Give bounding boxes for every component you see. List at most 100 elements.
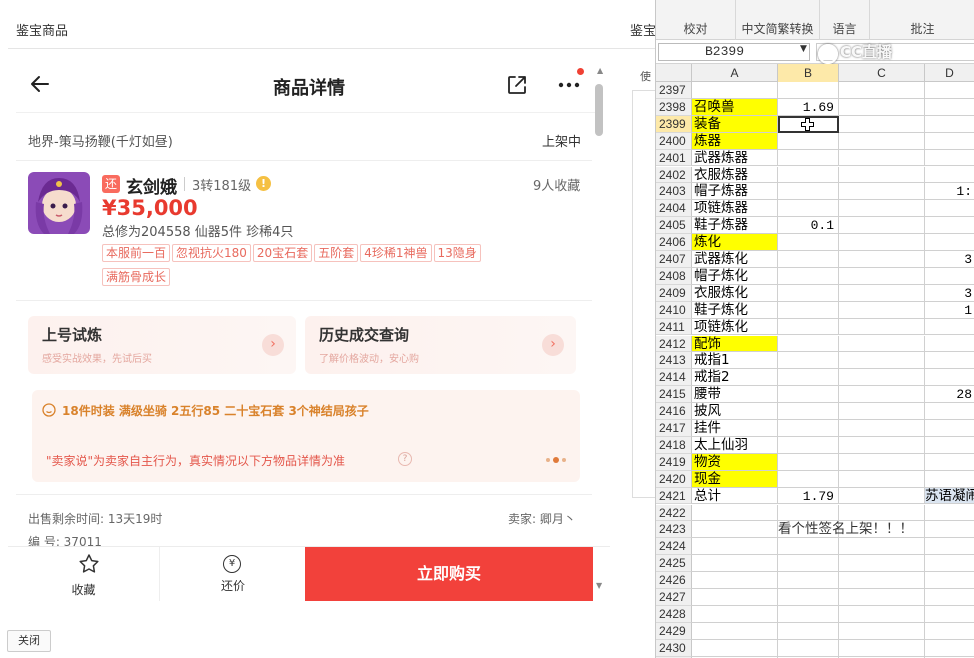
cell-a[interactable] bbox=[692, 639, 778, 657]
ribbon-group-comments[interactable]: 批注 bbox=[870, 0, 974, 40]
row-header[interactable]: 2428 bbox=[656, 605, 692, 623]
row-header[interactable]: 2413 bbox=[656, 352, 692, 370]
cell-b[interactable] bbox=[778, 555, 839, 573]
cell-a[interactable]: 炼器 bbox=[692, 132, 778, 150]
cell-c[interactable] bbox=[839, 251, 925, 268]
row-header[interactable]: 2412 bbox=[656, 335, 692, 353]
cell-c[interactable] bbox=[839, 200, 925, 218]
cell-d[interactable] bbox=[925, 369, 974, 387]
row-header[interactable]: 2429 bbox=[656, 622, 692, 640]
row-header[interactable]: 2417 bbox=[656, 420, 692, 437]
cell-b[interactable] bbox=[778, 572, 839, 589]
cell-a[interactable] bbox=[692, 555, 778, 573]
name-box[interactable]: B2399 bbox=[658, 43, 810, 61]
cell-d[interactable] bbox=[925, 99, 974, 116]
chevron-right-icon[interactable]: › bbox=[542, 334, 564, 356]
cell-c[interactable] bbox=[839, 403, 925, 420]
cell-d[interactable] bbox=[925, 471, 974, 488]
cell-d[interactable]: 1 bbox=[925, 302, 974, 319]
cell-b[interactable] bbox=[778, 335, 839, 353]
cell-c[interactable] bbox=[839, 487, 925, 505]
cell-c[interactable] bbox=[839, 82, 925, 99]
row-header[interactable]: 2409 bbox=[656, 284, 692, 302]
cell-a[interactable]: 腰带 bbox=[692, 386, 778, 404]
cell-d[interactable] bbox=[925, 640, 974, 657]
cell-b[interactable] bbox=[778, 200, 839, 218]
cell-b[interactable] bbox=[778, 605, 839, 623]
cell-b[interactable] bbox=[778, 403, 839, 420]
row-header[interactable]: 2424 bbox=[656, 538, 692, 556]
cell-c[interactable] bbox=[839, 436, 925, 454]
cell-c[interactable] bbox=[839, 538, 925, 556]
cell-a[interactable] bbox=[692, 538, 778, 556]
ribbon-group-proofing[interactable]: 校对 bbox=[656, 0, 736, 40]
trade-history-card[interactable]: 历史成交查询 了解价格波动，安心购 › bbox=[305, 316, 576, 374]
cell-b[interactable] bbox=[778, 639, 839, 657]
cell-c[interactable] bbox=[839, 166, 925, 184]
row-header[interactable]: 2401 bbox=[656, 149, 692, 167]
row-header[interactable]: 2399 bbox=[656, 115, 692, 133]
cell-a[interactable]: 衣服炼化 bbox=[692, 284, 778, 302]
cell-d[interactable]: 1: bbox=[925, 183, 974, 201]
cell-b[interactable] bbox=[778, 166, 839, 184]
cell-b[interactable] bbox=[778, 267, 839, 285]
ribbon-group-language[interactable]: 语言 bbox=[820, 0, 870, 40]
cell-b[interactable] bbox=[778, 149, 839, 167]
cell-c[interactable] bbox=[839, 335, 925, 353]
cell-a[interactable]: 武器炼化 bbox=[692, 251, 778, 268]
cell-d[interactable] bbox=[925, 150, 974, 167]
cell-c[interactable] bbox=[839, 115, 925, 133]
row-header[interactable]: 2416 bbox=[656, 403, 692, 420]
row-header[interactable]: 2411 bbox=[656, 318, 692, 336]
row-header[interactable]: 2410 bbox=[656, 301, 692, 319]
cell-c[interactable] bbox=[839, 622, 925, 640]
cell-b[interactable]: 1.69 bbox=[778, 98, 839, 116]
select-all-corner[interactable] bbox=[656, 64, 692, 82]
cell-c[interactable] bbox=[839, 470, 925, 488]
cell-b[interactable]: 1.79 bbox=[778, 487, 839, 505]
cell-d[interactable] bbox=[925, 352, 974, 370]
cell-a[interactable]: 披风 bbox=[692, 403, 778, 420]
cell-c[interactable] bbox=[839, 234, 925, 251]
row-header[interactable]: 2427 bbox=[656, 589, 692, 606]
cell-b[interactable] bbox=[778, 284, 839, 302]
cell-b[interactable] bbox=[778, 82, 839, 99]
bargain-button[interactable]: ¥ 还价 bbox=[161, 547, 305, 601]
cell-d[interactable]: 苏语凝闹 bbox=[925, 487, 974, 505]
cell-c[interactable] bbox=[839, 132, 925, 150]
cell-b[interactable]: 0.1 bbox=[778, 217, 839, 235]
cell-b[interactable] bbox=[778, 183, 839, 201]
cell-b[interactable] bbox=[778, 132, 839, 150]
cell-a[interactable]: 戒指2 bbox=[692, 369, 778, 387]
trial-login-card[interactable]: 上号试炼 感受实战效果，先试后买 › bbox=[28, 316, 296, 374]
cell-a[interactable]: 总计 bbox=[692, 487, 778, 505]
cell-a[interactable]: 太上仙羽 bbox=[692, 436, 778, 454]
cell-b[interactable] bbox=[778, 386, 839, 404]
cell-d[interactable] bbox=[925, 116, 974, 133]
cell-b[interactable] bbox=[778, 301, 839, 319]
row-header[interactable]: 2430 bbox=[656, 639, 692, 657]
row-header[interactable]: 2398 bbox=[656, 98, 692, 116]
seller-name[interactable]: 卖家: 卿月丶 bbox=[508, 510, 576, 527]
scrollbar-thumb[interactable] bbox=[595, 84, 603, 136]
row-header[interactable]: 2400 bbox=[656, 132, 692, 150]
info-icon[interactable]: ! bbox=[256, 176, 271, 191]
cell-b[interactable] bbox=[778, 436, 839, 454]
cell-b[interactable] bbox=[778, 622, 839, 640]
cell-a[interactable]: 配饰 bbox=[692, 335, 778, 353]
cell-d[interactable] bbox=[925, 234, 974, 251]
more-dots-icon[interactable] bbox=[556, 72, 584, 96]
cell-c[interactable] bbox=[839, 217, 925, 235]
cell-a[interactable]: 戒指1 bbox=[692, 352, 778, 370]
cell-b[interactable] bbox=[778, 369, 839, 387]
cell-a[interactable]: 鞋子炼器 bbox=[692, 217, 778, 235]
cell-d[interactable] bbox=[925, 572, 974, 589]
cell-b[interactable] bbox=[778, 470, 839, 488]
cell-c[interactable] bbox=[839, 572, 925, 589]
cell-d[interactable] bbox=[925, 200, 974, 218]
row-header[interactable]: 2421 bbox=[656, 487, 692, 505]
cell-a[interactable]: 召唤兽 bbox=[692, 98, 778, 116]
cell-a[interactable]: 武器炼器 bbox=[692, 149, 778, 167]
cell-d[interactable] bbox=[925, 82, 974, 99]
row-header[interactable]: 2406 bbox=[656, 234, 692, 251]
